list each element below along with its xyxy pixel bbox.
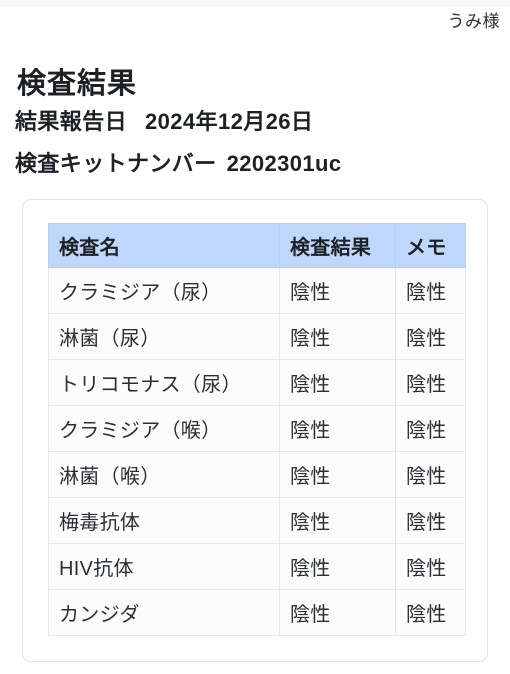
table-row: クラミジア（喉） 陰性 陰性	[48, 405, 466, 452]
cell-test-name: 淋菌（尿）	[48, 313, 280, 360]
results-card: 検査名 検査結果 メモ クラミジア（尿） 陰性 陰性 淋菌（尿） 陰性 陰性 トリコモナス（…	[22, 199, 488, 662]
column-header-test-result: 検査結果	[279, 223, 396, 268]
cell-memo: 陰性	[395, 313, 466, 360]
table-row: 梅毒抗体 陰性 陰性	[48, 497, 466, 544]
report-date-row: 結果報告日 2024年12月26日	[15, 107, 313, 137]
kit-number-value: 2202301uc	[226, 151, 342, 176]
cell-test-name: 梅毒抗体	[48, 497, 280, 544]
table-row: 淋菌（喉） 陰性 陰性	[48, 451, 466, 498]
cell-test-name: カンジダ	[48, 589, 280, 636]
table-row: HIV抗体 陰性 陰性	[48, 543, 466, 590]
cell-test-name: HIV抗体	[48, 543, 280, 590]
results-table: 検査名 検査結果 メモ クラミジア（尿） 陰性 陰性 淋菌（尿） 陰性 陰性 トリコモナス（…	[48, 223, 466, 636]
cell-memo: 陰性	[395, 497, 466, 544]
cell-test-result: 陰性	[279, 497, 396, 544]
column-header-memo: メモ	[395, 223, 466, 268]
report-date-value: 2024年12月26日	[145, 109, 314, 134]
cell-memo: 陰性	[395, 589, 466, 636]
cell-memo: 陰性	[395, 359, 466, 406]
table-header-row: 検査名 検査結果 メモ	[48, 223, 466, 268]
table-row: トリコモナス（尿） 陰性 陰性	[48, 359, 466, 406]
cell-test-result: 陰性	[279, 267, 396, 314]
cell-test-result: 陰性	[279, 543, 396, 590]
cell-test-result: 陰性	[279, 313, 396, 360]
table-row: クラミジア（尿） 陰性 陰性	[48, 267, 466, 314]
cell-test-result: 陰性	[279, 589, 396, 636]
page-title: 検査結果	[17, 68, 138, 101]
column-header-test-name: 検査名	[48, 223, 280, 268]
table-row: カンジダ 陰性 陰性	[48, 589, 466, 636]
cell-memo: 陰性	[395, 451, 466, 498]
cell-test-result: 陰性	[279, 451, 396, 498]
user-name-label: うみ様	[447, 12, 500, 31]
cell-test-name: トリコモナス（尿）	[48, 359, 280, 406]
cell-test-name: 淋菌（喉）	[48, 451, 280, 498]
cell-test-result: 陰性	[279, 405, 396, 452]
table-body: クラミジア（尿） 陰性 陰性 淋菌（尿） 陰性 陰性 トリコモナス（尿） 陰性 陰性 クラミジア（…	[48, 267, 466, 636]
table-row: 淋菌（尿） 陰性 陰性	[48, 313, 466, 360]
report-date-label: 結果報告日	[15, 109, 128, 134]
kit-number-label: 検査キットナンバー	[15, 151, 217, 176]
cell-memo: 陰性	[395, 267, 466, 314]
cell-test-name: クラミジア（尿）	[48, 267, 280, 314]
user-row: うみ様	[0, 9, 510, 35]
cell-test-name: クラミジア（喉）	[48, 405, 280, 452]
kit-number-row: 検査キットナンバー 2202301uc	[15, 149, 342, 179]
cell-memo: 陰性	[395, 405, 466, 452]
table-header: 検査名 検査結果 メモ	[48, 223, 466, 268]
cell-test-result: 陰性	[279, 359, 396, 406]
cell-memo: 陰性	[395, 543, 466, 590]
status-bar-strip	[0, 0, 510, 7]
